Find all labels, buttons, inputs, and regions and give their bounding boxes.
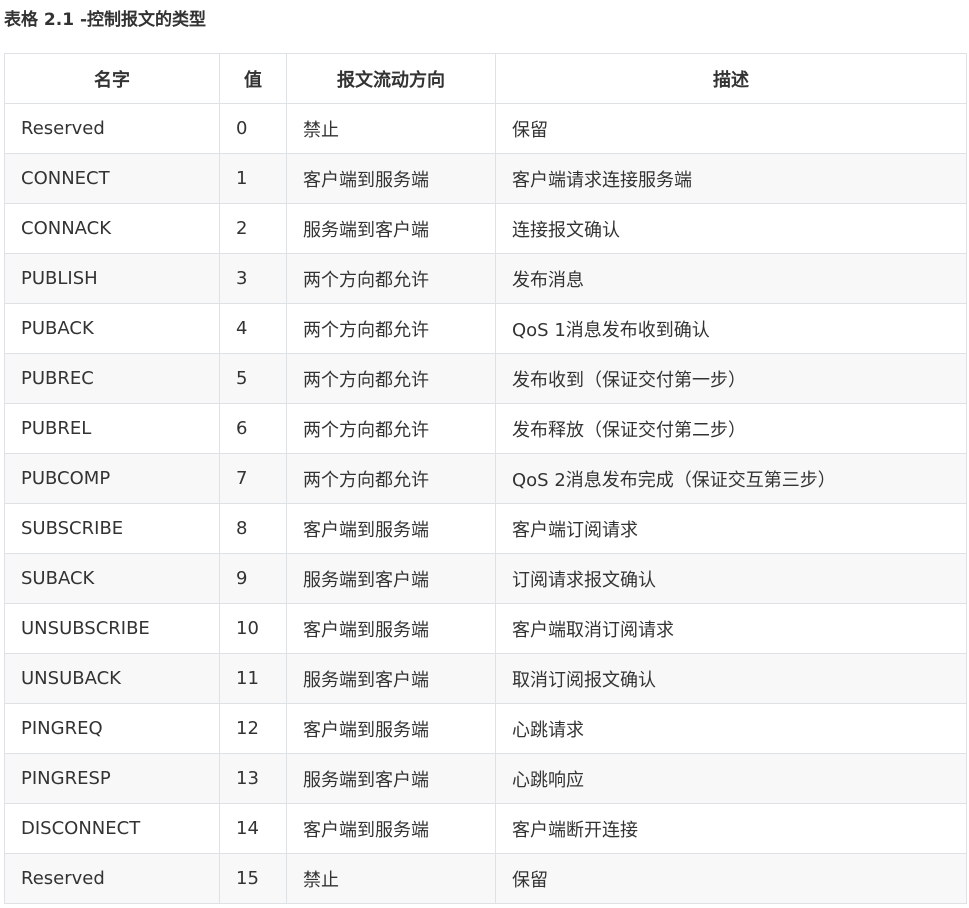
- cell-description: 订阅请求报文确认: [495, 553, 967, 604]
- column-header-value: 值: [219, 53, 287, 104]
- cell-value: 14: [219, 803, 287, 854]
- cell-name: CONNACK: [4, 203, 220, 254]
- table-row: Reserved 15 禁止 保留: [4, 853, 967, 904]
- cell-value: 12: [219, 703, 287, 754]
- cell-name: PUBCOMP: [4, 453, 220, 504]
- table-header-row: 名字 值 报文流动方向 描述: [4, 53, 967, 104]
- cell-name: PINGREQ: [4, 703, 220, 754]
- cell-description: QoS 1消息发布收到确认: [495, 303, 967, 354]
- cell-direction: 客户端到服务端: [286, 503, 496, 554]
- cell-direction: 客户端到服务端: [286, 803, 496, 854]
- cell-name: PUBREC: [4, 353, 220, 404]
- table-row: PUBREC 5 两个方向都允许 发布收到（保证交付第一步）: [4, 353, 967, 404]
- cell-direction: 服务端到客户端: [286, 653, 496, 704]
- table-row: PUBREL 6 两个方向都允许 发布释放（保证交付第二步）: [4, 403, 967, 454]
- cell-name: PUBREL: [4, 403, 220, 454]
- cell-direction: 两个方向都允许: [286, 453, 496, 504]
- cell-direction: 两个方向都允许: [286, 253, 496, 304]
- cell-direction: 客户端到服务端: [286, 703, 496, 754]
- cell-description: 发布消息: [495, 253, 967, 304]
- cell-description: 客户端请求连接服务端: [495, 153, 967, 204]
- cell-name: DISCONNECT: [4, 803, 220, 854]
- cell-direction: 服务端到客户端: [286, 553, 496, 604]
- column-header-description: 描述: [495, 53, 967, 104]
- cell-description: 取消订阅报文确认: [495, 653, 967, 704]
- table-body: Reserved 0 禁止 保留 CONNECT 1 客户端到服务端 客户端请求…: [4, 103, 967, 904]
- cell-name: SUBSCRIBE: [4, 503, 220, 554]
- table-row: PUBACK 4 两个方向都允许 QoS 1消息发布收到确认: [4, 303, 967, 354]
- cell-value: 3: [219, 253, 287, 304]
- cell-value: 8: [219, 503, 287, 554]
- cell-value: 0: [219, 103, 287, 154]
- table-row: UNSUBSCRIBE 10 客户端到服务端 客户端取消订阅请求: [4, 603, 967, 654]
- cell-value: 2: [219, 203, 287, 254]
- cell-description: 保留: [495, 103, 967, 154]
- table-row: CONNACK 2 服务端到客户端 连接报文确认: [4, 203, 967, 254]
- cell-description: 心跳请求: [495, 703, 967, 754]
- table-row: PUBCOMP 7 两个方向都允许 QoS 2消息发布完成（保证交互第三步）: [4, 453, 967, 504]
- cell-direction: 客户端到服务端: [286, 153, 496, 204]
- cell-name: SUBACK: [4, 553, 220, 604]
- cell-value: 9: [219, 553, 287, 604]
- cell-name: PINGRESP: [4, 753, 220, 804]
- cell-value: 5: [219, 353, 287, 404]
- table-row: CONNECT 1 客户端到服务端 客户端请求连接服务端: [4, 153, 967, 204]
- table-row: DISCONNECT 14 客户端到服务端 客户端断开连接: [4, 803, 967, 854]
- cell-value: 10: [219, 603, 287, 654]
- table-row: Reserved 0 禁止 保留: [4, 103, 967, 154]
- table-row: SUBSCRIBE 8 客户端到服务端 客户端订阅请求: [4, 503, 967, 554]
- cell-direction: 两个方向都允许: [286, 403, 496, 454]
- cell-direction: 服务端到客户端: [286, 753, 496, 804]
- cell-value: 13: [219, 753, 287, 804]
- cell-description: 发布收到（保证交付第一步）: [495, 353, 967, 404]
- cell-description: 客户端取消订阅请求: [495, 603, 967, 654]
- cell-direction: 禁止: [286, 853, 496, 904]
- cell-direction: 服务端到客户端: [286, 203, 496, 254]
- cell-description: 客户端订阅请求: [495, 503, 967, 554]
- cell-direction: 禁止: [286, 103, 496, 154]
- control-packet-types-table: 名字 值 报文流动方向 描述 Reserved 0 禁止 保留 CONNECT …: [4, 53, 967, 904]
- cell-name: CONNECT: [4, 153, 220, 204]
- table-row: UNSUBACK 11 服务端到客户端 取消订阅报文确认: [4, 653, 967, 704]
- table-row: PINGREQ 12 客户端到服务端 心跳请求: [4, 703, 967, 754]
- cell-description: 客户端断开连接: [495, 803, 967, 854]
- cell-direction: 客户端到服务端: [286, 603, 496, 654]
- cell-name: UNSUBACK: [4, 653, 220, 704]
- column-header-name: 名字: [4, 53, 220, 104]
- cell-value: 7: [219, 453, 287, 504]
- cell-value: 6: [219, 403, 287, 454]
- cell-direction: 两个方向都允许: [286, 353, 496, 404]
- cell-description: 发布释放（保证交付第二步）: [495, 403, 967, 454]
- cell-value: 1: [219, 153, 287, 204]
- cell-name: Reserved: [4, 853, 220, 904]
- cell-value: 11: [219, 653, 287, 704]
- cell-name: PUBACK: [4, 303, 220, 354]
- table-caption: 表格 2.1 -控制报文的类型: [4, 10, 207, 30]
- cell-name: PUBLISH: [4, 253, 220, 304]
- table-row: PINGRESP 13 服务端到客户端 心跳响应: [4, 753, 967, 804]
- cell-description: 连接报文确认: [495, 203, 967, 254]
- cell-description: 心跳响应: [495, 753, 967, 804]
- table-row: PUBLISH 3 两个方向都允许 发布消息: [4, 253, 967, 304]
- cell-name: Reserved: [4, 103, 220, 154]
- table-row: SUBACK 9 服务端到客户端 订阅请求报文确认: [4, 553, 967, 604]
- cell-direction: 两个方向都允许: [286, 303, 496, 354]
- column-header-direction: 报文流动方向: [286, 53, 496, 104]
- cell-description: QoS 2消息发布完成（保证交互第三步）: [495, 453, 967, 504]
- cell-value: 4: [219, 303, 287, 354]
- cell-name: UNSUBSCRIBE: [4, 603, 220, 654]
- cell-value: 15: [219, 853, 287, 904]
- cell-description: 保留: [495, 853, 967, 904]
